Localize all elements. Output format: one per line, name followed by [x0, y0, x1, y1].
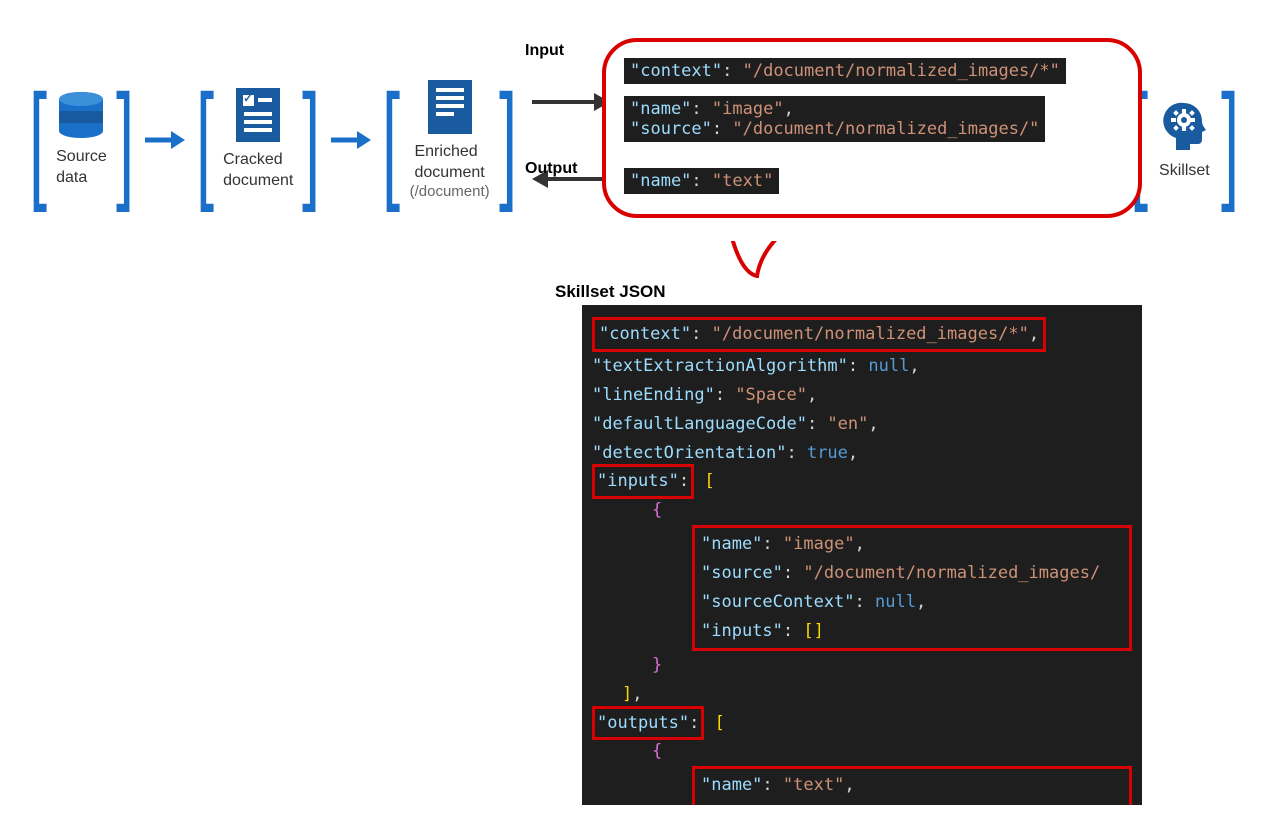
cracked-document-label: Cracked document: [223, 150, 293, 192]
bracket-right-icon: ]: [1221, 82, 1239, 199]
skillset-label: Skillset: [1159, 161, 1210, 182]
enriched-document-label: Enriched document: [414, 142, 484, 184]
bracket-left-icon: [: [196, 82, 214, 199]
head-gear-icon: [1157, 98, 1212, 153]
input-label: Input: [525, 42, 577, 60]
bracket-left-icon: [: [29, 82, 47, 199]
outputs-red-box: "name": "text", "targetName": "text": [692, 766, 1132, 805]
enriched-document-sublabel: (/document): [410, 183, 490, 200]
bracket-right-icon: ]: [302, 82, 320, 199]
bubble-output-line: "name": "text": [624, 168, 779, 194]
inputs-red-box: "name": "image", "source": "/document/no…: [692, 525, 1132, 651]
source-data-group: [ Source data ]: [20, 82, 143, 199]
arrow-icon: [143, 129, 187, 151]
callout-bubble: "context": "/document/normalized_images/…: [602, 38, 1142, 248]
bracket-right-icon: ]: [499, 82, 517, 199]
skillset-json-panel: "context": "/document/normalized_images/…: [582, 305, 1142, 805]
enriched-doc-group: [ Enriched document (/document) ]: [373, 80, 525, 201]
bracket-right-icon: ]: [116, 82, 134, 199]
skillset-json-title: Skillset JSON: [555, 282, 666, 302]
document-lines-icon: [428, 80, 472, 134]
document-checklist-icon: [236, 88, 280, 142]
bubble-context-line: "context": "/document/normalized_images/…: [624, 58, 1066, 84]
io-labels: Input Output: [525, 42, 577, 178]
bubble-input-block: "name": "image", "source": "/document/no…: [624, 96, 1045, 142]
bubble-tail-icon: [722, 238, 792, 278]
source-data-label: Source data: [56, 147, 107, 189]
output-label: Output: [525, 160, 577, 178]
database-icon: [56, 91, 106, 139]
arrow-icon: [329, 129, 373, 151]
bracket-left-icon: [: [383, 82, 401, 199]
cracked-doc-group: [ Cracked document ]: [187, 82, 330, 199]
